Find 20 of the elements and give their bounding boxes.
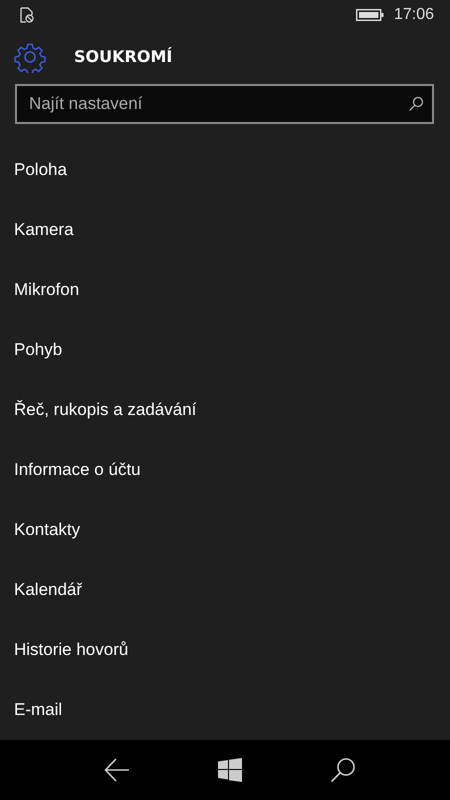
- gear-icon: [14, 40, 46, 73]
- search-field[interactable]: Najít nastavení: [15, 84, 434, 124]
- clock: 17:06: [394, 6, 434, 24]
- settings-item[interactable]: Kontakty: [0, 500, 450, 560]
- search-icon: [408, 96, 424, 112]
- windows-logo-icon[interactable]: [218, 758, 242, 782]
- settings-item[interactable]: Poloha: [0, 140, 450, 200]
- back-icon[interactable]: [104, 758, 130, 782]
- search-icon[interactable]: [330, 757, 356, 783]
- battery-icon: [356, 8, 384, 21]
- settings-item[interactable]: Kamera: [0, 200, 450, 260]
- settings-item[interactable]: E-mail: [0, 680, 450, 740]
- settings-item[interactable]: Historie hovorů: [0, 620, 450, 680]
- settings-item[interactable]: Mikrofon: [0, 260, 450, 320]
- settings-item[interactable]: Informace o účtu: [0, 440, 450, 500]
- settings-item[interactable]: Řeč, rukopis a zadávání: [0, 380, 450, 440]
- settings-item[interactable]: Pohyb: [0, 320, 450, 380]
- settings-item[interactable]: Kalendář: [0, 560, 450, 620]
- no-sim-icon: [20, 6, 34, 23]
- page-title: SOUKROMÍ: [74, 47, 172, 66]
